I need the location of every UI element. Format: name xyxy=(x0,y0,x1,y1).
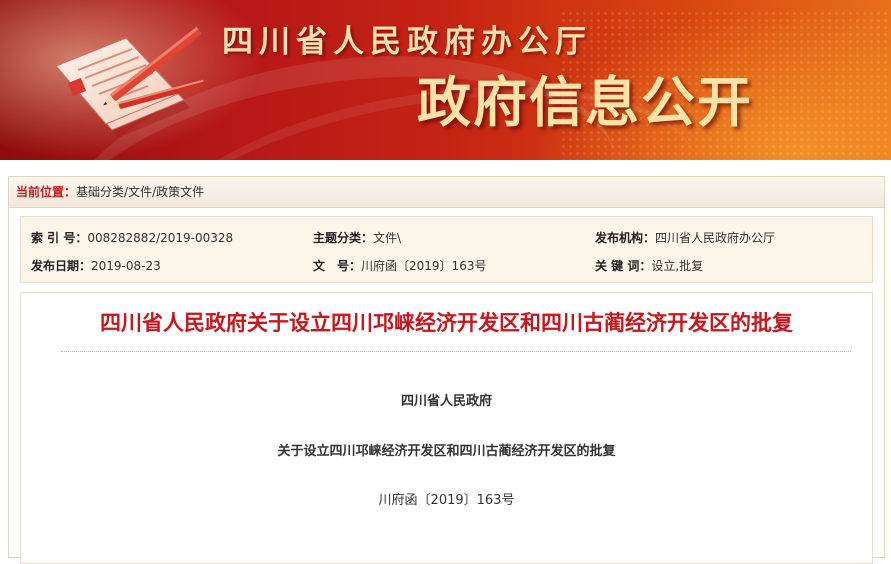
document-metadata-table: 索 引 号：008282882/2019-00328 主题分类：文件\ 发布机构… xyxy=(20,216,873,283)
breadcrumb-item-basic-category[interactable]: 基础分类 xyxy=(76,185,124,199)
site-banner: 四川省人民政府办公厅 政府信息公开 xyxy=(0,0,891,160)
document-number: 川府函〔2019〕163号 xyxy=(378,493,515,508)
meta-date: 发布日期：2019-08-23 xyxy=(31,257,161,274)
meta-index-value: 008282882/2019-00328 xyxy=(87,231,234,245)
clipboard-document-pen-icon xyxy=(55,26,205,138)
meta-issuer: 发布机构：四川省人民政府办公厅 xyxy=(595,229,775,246)
meta-issuer-value: 四川省人民政府办公厅 xyxy=(655,231,776,245)
document-title: 四川省人民政府关于设立四川邛崃经济开发区和四川古蔺经济开发区的批复 xyxy=(100,311,793,335)
breadcrumb: 当前位置：基础分类/文件/政策文件 xyxy=(9,177,884,208)
meta-keywords-value: 设立,批复 xyxy=(651,259,704,273)
section-title: 政府信息公开 xyxy=(417,70,753,134)
breadcrumb-item-policy-documents[interactable]: 政策文件 xyxy=(156,185,204,199)
breadcrumb-label: 当前位置： xyxy=(16,185,77,199)
content-frame: 当前位置：基础分类/文件/政策文件 索 引 号：008282882/2019-0… xyxy=(8,176,885,564)
meta-index-label: 索 引 号： xyxy=(31,231,88,245)
meta-topic-value: 文件\ xyxy=(373,231,402,245)
meta-doc-number-label: 文 号： xyxy=(313,259,362,273)
meta-date-value: 2019-08-23 xyxy=(91,259,161,273)
meta-keywords-label: 关 键 词： xyxy=(595,259,652,273)
meta-keywords: 关 键 词：设立,批复 xyxy=(595,257,703,274)
meta-topic: 主题分类：文件\ xyxy=(313,229,401,246)
title-divider xyxy=(61,351,851,352)
meta-date-label: 发布日期： xyxy=(31,259,92,273)
document-article: 四川省人民政府关于设立四川邛崃经济开发区和四川古蔺经济开发区的批复 四川省人民政… xyxy=(20,292,873,564)
document-subtitle: 关于设立四川邛崃经济开发区和四川古蔺经济开发区的批复 xyxy=(277,444,616,459)
document-issuer: 四川省人民政府 xyxy=(400,394,492,409)
meta-doc-number: 文 号：川府函〔2019〕163号 xyxy=(313,257,486,274)
meta-index: 索 引 号：008282882/2019-00328 xyxy=(31,229,233,246)
org-title: 四川省人民政府办公厅 xyxy=(222,24,592,60)
breadcrumb-item-documents[interactable]: 文件 xyxy=(128,185,152,199)
meta-doc-number-value: 川府函〔2019〕163号 xyxy=(361,259,487,273)
meta-topic-label: 主题分类： xyxy=(313,231,374,245)
meta-issuer-label: 发布机构： xyxy=(595,231,656,245)
